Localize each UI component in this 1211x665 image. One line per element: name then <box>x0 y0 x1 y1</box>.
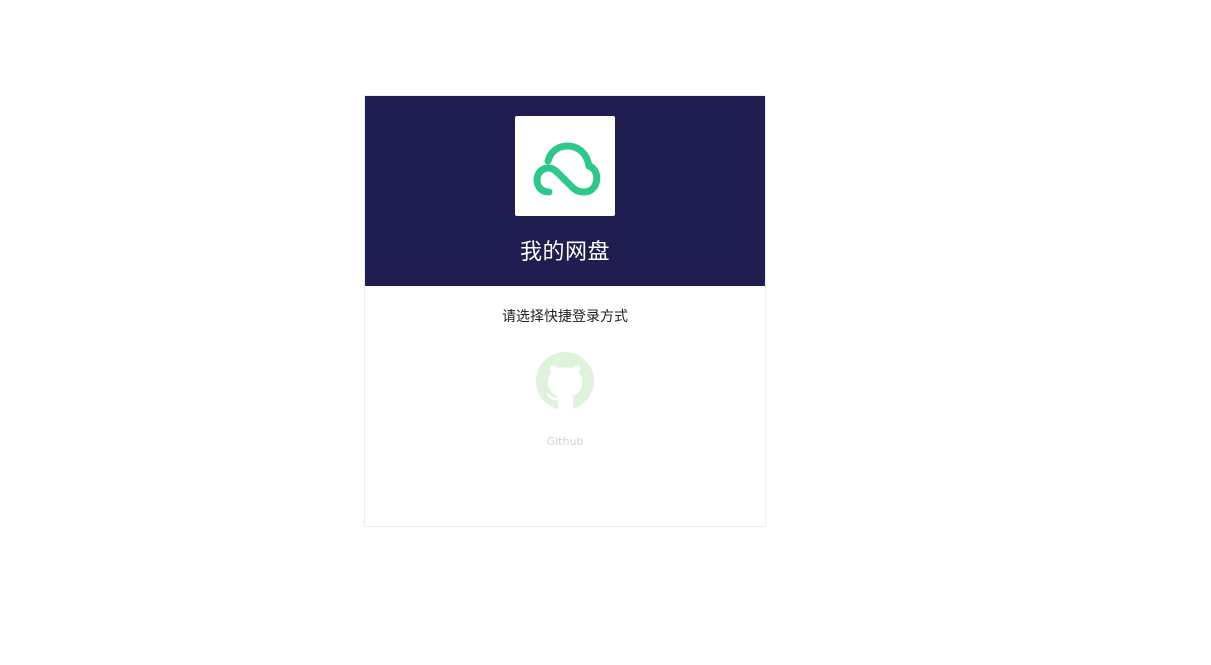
cloud-icon <box>533 142 601 196</box>
github-label: Github <box>546 435 584 448</box>
login-prompt: 请选择快捷登录方式 <box>502 309 628 325</box>
app-title: 我的网盘 <box>519 240 610 265</box>
login-card: 我的网盘 请选择快捷登录方式 Github <box>364 95 766 527</box>
card-header: 我的网盘 <box>365 96 765 286</box>
card-body: 请选择快捷登录方式 Github <box>365 286 765 526</box>
app-logo <box>515 116 615 216</box>
github-icon <box>536 352 594 410</box>
github-login-button[interactable]: Github <box>530 350 600 450</box>
